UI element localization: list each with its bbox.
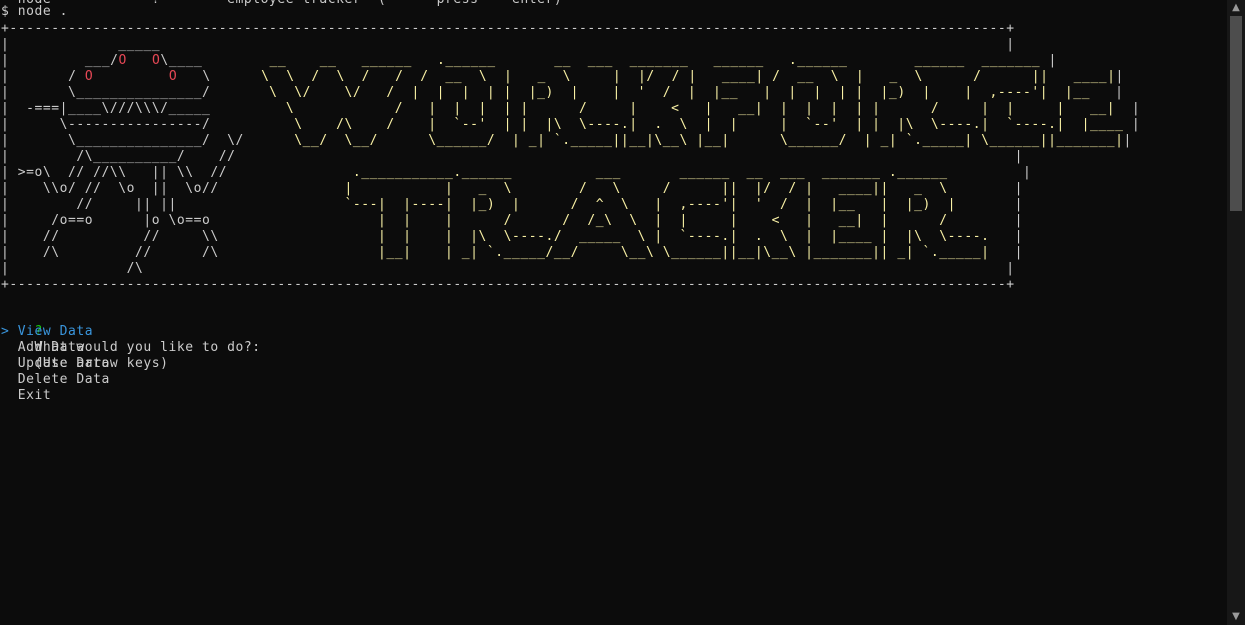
pointer-spacer [1,372,18,387]
banner-bottom-border: +---------------------------------------… [1,277,1015,292]
banner-row: | / O O \ \ \ / \ / / / __ \ | _ \ | |/ … [1,69,1124,84]
title-art [261,149,1015,164]
title-art: __ __ ______ .______ __ ___ _______ ____… [261,53,1049,68]
pointer-spacer [1,388,18,403]
robot-art: | _____ [1,37,261,52]
title-art: \__/ \__/ \______/ | _| `._____||__|\__\… [260,133,1124,148]
title-art: .___________.______ ___ ______ __ ___ __… [269,165,1023,180]
title-art [261,261,1007,276]
title-art: | | | |\ \----./ _____ \ | `----.| . \ |… [260,229,1015,244]
menu-option-label: Add Data [17,340,85,355]
banner-row: | _____ | [1,37,1015,52]
banner-row: | \\o/ // \o || \o// | | _ \ / \ / || |/… [1,181,1023,196]
title-art: \ /\ / | `--' | | |\ \----.| . \ | | | `… [269,117,1132,132]
pointer-icon: > [1,324,18,339]
robot-art: | \----------------/ [1,117,270,132]
banner-row: | /\ | [1,261,1015,276]
banner-row: | // // \\ | | | |\ \----./ _____ \ | `-… [1,229,1023,244]
title-art: \ / | | | | | / | < | __| | | | | | / | … [269,101,1132,116]
title-art: | | | / / /_\ \ | | | < | __| | / [260,213,1015,228]
command-line: $ node . [1,4,69,19]
title-art [261,37,1007,52]
banner-row: | /\ // /\ |__| | _| `._____/__/ \__\ \_… [1,245,1023,260]
banner-row: | -===|____\///\\\/_____ \ / | | | | | /… [1,101,1141,116]
robot-art: | // // \\ [1,229,261,244]
pointer-spacer [1,356,18,371]
scroll-thumb[interactable] [1230,16,1242,211]
robot-art: | /\__________/ // [1,149,261,164]
title-art: |__| | _| `._____/__/ \__\ \______||__|\… [260,245,1015,260]
robot-art: | >=o\ // //\\ || \\ // [1,165,270,180]
banner-row: | ___/O O\____ __ __ ______ .______ __ _… [1,53,1057,68]
banner-row: | /\__________/ // | [1,149,1023,164]
menu-option-delete-data[interactable]: Delete Data [1,372,110,388]
robot-art: | // || || [1,197,261,212]
banner-row: | >=o\ // //\\ || \\ // .___________.___… [1,165,1032,180]
banner-row: | \_______________/ \ \/ \/ / | | | | | … [1,85,1124,100]
menu-option-update-data[interactable]: Update Data [1,356,110,372]
banner-row: | // || || `---| |----| |_) | / ^ \ | ,-… [1,197,1023,212]
menu-option-view-data[interactable]: > View Data [1,324,93,340]
title-art: \ \ / \ / / / __ \ | _ \ | |/ / | ____| … [261,69,1116,84]
robot-art: | /o==o |o \o==o [1,213,261,228]
title-art: `---| |----| |_) | / ^ \ | ,----'| ' / |… [260,197,1015,212]
menu-option-exit[interactable]: Exit [1,388,51,404]
banner-row: | \_______________/ \/ \__/ \__/ \______… [1,133,1132,148]
robot-art: | ___/O O\____ [1,53,203,68]
title-art: \ \/ \/ / | | | | | |_) | | ' / | |__ | … [260,85,1116,100]
previous-output-line: node ? employee tracker ( press enter) [1,0,562,8]
menu-option-label: Exit [17,388,52,403]
menu-option-label: Delete Data [17,372,110,387]
menu-option-add-data[interactable]: Add Data [1,340,85,356]
scroll-down-icon[interactable]: ▼ [1227,609,1245,625]
robot-art: | -===|____\///\\\/_____ [1,101,270,116]
vertical-scrollbar[interactable]: ▲ ▼ [1227,0,1245,625]
terminal-window[interactable]: node ? employee tracker ( press enter) $… [0,0,1227,625]
banner-row: | \----------------/ \ /\ / | `--' | | |… [1,117,1141,132]
banner-row: | /o==o |o \o==o | | | / / /_\ \ | | | <… [1,213,1023,228]
robot-art: | \\o/ // \o || \o// [1,181,261,196]
menu-option-label: View Data [17,324,94,339]
pointer-spacer [1,340,18,355]
banner-top-border: +---------------------------------------… [1,21,1015,36]
title-art: | | _ \ / \ / || |/ / | ____|| _ \ [260,181,1015,196]
robot-art: | /\ [1,261,261,276]
prompt-line: ? What would you like to do?: (Use arrow… [1,308,261,371]
scroll-up-icon[interactable]: ▲ [1227,0,1245,16]
robot-art: | /\ // /\ [1,245,261,260]
robot-art: | \_______________/ \/ [1,133,261,148]
robot-art: | \_______________/ [1,85,261,100]
menu-option-label: Update Data [17,356,110,371]
robot-art: | / O O \ [1,69,211,84]
